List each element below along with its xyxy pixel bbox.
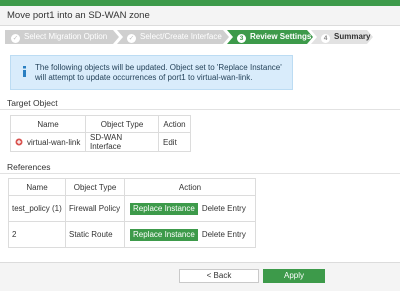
column-header-action: Action (158, 115, 191, 133)
column-header-name: Name (10, 115, 86, 133)
dialog-footer: < Back Apply (0, 262, 400, 291)
dialog-title-bar: Move port1 into an SD-WAN zone (0, 6, 400, 26)
replace-instance-button[interactable]: Replace Instance (130, 202, 198, 215)
reference-name-cell: 2 (8, 221, 66, 248)
wizard-step-4-label: Summary (334, 32, 371, 41)
table-row[interactable]: test_policy (1) Firewall Policy Replace … (8, 195, 256, 222)
table-header-row: Name Object Type Action (8, 178, 256, 196)
target-name-cell: virtual-wan-link (10, 132, 86, 152)
column-header-object-type: Object Type (65, 178, 125, 196)
reference-action-cell: Replace Instance Delete Entry (124, 195, 256, 222)
info-notice: The following objects will be updated. O… (10, 55, 293, 90)
section-divider (0, 109, 400, 110)
replace-instance-button[interactable]: Replace Instance (130, 228, 198, 241)
notice-message: The following objects will be updated. O… (35, 63, 282, 82)
column-header-object-type: Object Type (85, 115, 159, 133)
sdwan-interface-icon (15, 138, 23, 145)
wizard-step-1[interactable]: ✓ Select Migration Option (5, 30, 119, 44)
step-3-number: 3 (237, 34, 246, 43)
wizard-step-3[interactable]: 3 Review Settings (227, 30, 313, 44)
wizard-steps: ✓ Select Migration Option ✓ Select/Create … (5, 30, 375, 44)
column-header-name: Name (8, 178, 66, 196)
target-type-cell: SD-WAN Interface (85, 132, 159, 152)
references-table: Name Object Type Action test_policy (1) … (8, 178, 256, 248)
reference-name-cell: test_policy (1) (8, 195, 66, 222)
step-1-check-icon: ✓ (11, 34, 20, 43)
table-row[interactable]: virtual-wan-link SD-WAN Interface Edit (10, 132, 191, 152)
target-object-label: Target Object (7, 98, 58, 108)
target-object-table: Name Object Type Action virtual-wan-link… (10, 115, 191, 152)
delete-entry-button[interactable]: Delete Entry (202, 230, 246, 239)
table-header-row: Name Object Type Action (10, 115, 191, 133)
step-2-check-icon: ✓ (127, 34, 136, 43)
target-action-cell: Edit (158, 132, 191, 152)
wizard-step-2-label: Select/Create Interface (140, 32, 222, 41)
delete-entry-button[interactable]: Delete Entry (202, 204, 246, 213)
step-4-number: 4 (321, 34, 330, 43)
info-icon (23, 66, 26, 77)
dialog-title: Move port1 into an SD-WAN zone (7, 10, 150, 21)
reference-type-cell: Firewall Policy (65, 195, 125, 222)
target-name: virtual-wan-link (27, 137, 81, 147)
reference-type-cell: Static Route (65, 221, 125, 248)
wizard-step-2[interactable]: ✓ Select/Create Interface (117, 30, 229, 44)
column-header-action: Action (124, 178, 256, 196)
apply-button[interactable]: Apply (263, 269, 325, 283)
wizard-step-4[interactable]: 4 Summary (311, 30, 373, 44)
section-divider (0, 173, 400, 174)
wizard-step-1-label: Select Migration Option (24, 32, 108, 41)
back-button[interactable]: < Back (179, 269, 259, 283)
references-label: References (7, 162, 51, 172)
table-row[interactable]: 2 Static Route Replace Instance Delete En… (8, 221, 256, 248)
wizard-step-3-label: Review Settings (250, 32, 312, 41)
reference-action-cell: Replace Instance Delete Entry (124, 221, 256, 248)
